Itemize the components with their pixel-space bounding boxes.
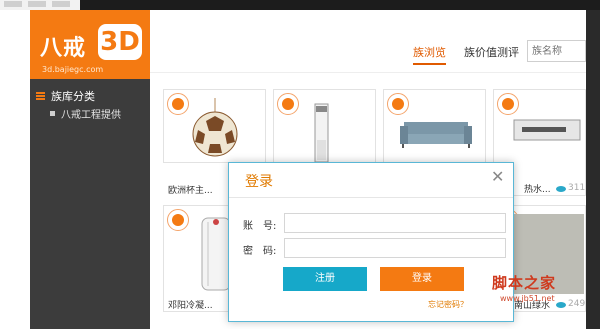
browser-tab-hint — [0, 0, 80, 10]
card-name: 欧洲杯主... — [168, 186, 213, 196]
register-button[interactable]: 注册 — [283, 267, 367, 291]
ball-lamp-image — [192, 98, 238, 157]
product-card-cabinet[interactable] — [273, 89, 376, 163]
sidebar-item-label: 八戒工程提供 — [61, 109, 121, 121]
eye-icon — [556, 302, 566, 308]
login-button[interactable]: 登录 — [380, 267, 464, 291]
cabinet-image — [314, 103, 329, 163]
sidebar: 八戒 3D 3d.bajiegc.com 族库分类 八戒工程提供 — [30, 10, 150, 329]
logo-brand-text: 八戒 — [40, 35, 87, 61]
card-name: 邓阳冷凝... — [168, 301, 213, 311]
dialog-title: 登录 — [245, 174, 273, 190]
view-count: 311 — [568, 183, 586, 193]
password-field[interactable] — [284, 238, 506, 258]
search-input[interactable] — [527, 40, 586, 62]
watermark-title: 脚本之家 — [492, 274, 557, 292]
watermark-url: www.jb51.net — [500, 294, 555, 303]
forgot-password-link[interactable]: 忘记密码？ — [428, 299, 468, 310]
logo-3d-mark: 3D — [98, 24, 142, 60]
sidebar-item-bajie-provided[interactable]: 八戒工程提供 — [50, 106, 121, 121]
logo-url: 3d.bajiegc.com — [42, 65, 104, 74]
eye-icon — [556, 186, 566, 192]
wall-heater-image — [513, 119, 581, 141]
login-dialog: 登录 ✕ 账 号: 密 码: 注册 登录 忘记密码？ — [228, 162, 514, 322]
dialog-divider — [229, 197, 513, 198]
logo[interactable]: 八戒 3D 3d.bajiegc.com — [30, 10, 150, 79]
tab-value-evaluation[interactable]: 族价值测评 — [464, 44, 519, 60]
tab-browse[interactable]: 族浏览 — [413, 44, 446, 65]
account-label: 账 号: — [243, 221, 277, 232]
right-window-edge — [586, 10, 600, 329]
square-bullet-icon — [50, 110, 55, 116]
category-heading-label: 族库分类 — [51, 90, 95, 103]
card-name: 热水... — [524, 185, 551, 195]
sofa-image — [400, 122, 472, 148]
password-label: 密 码: — [243, 246, 277, 257]
header-divider — [150, 72, 586, 73]
product-card-sofa[interactable] — [383, 89, 486, 163]
product-card-lamp[interactable]: 欧洲杯主... — [163, 89, 266, 196]
close-icon[interactable]: ✕ — [491, 167, 504, 186]
view-count: 249 — [568, 299, 586, 309]
browser-tab-strip — [0, 0, 600, 10]
menu-icon — [36, 92, 45, 100]
category-heading: 族库分类 — [36, 88, 95, 104]
account-field[interactable] — [284, 213, 506, 233]
